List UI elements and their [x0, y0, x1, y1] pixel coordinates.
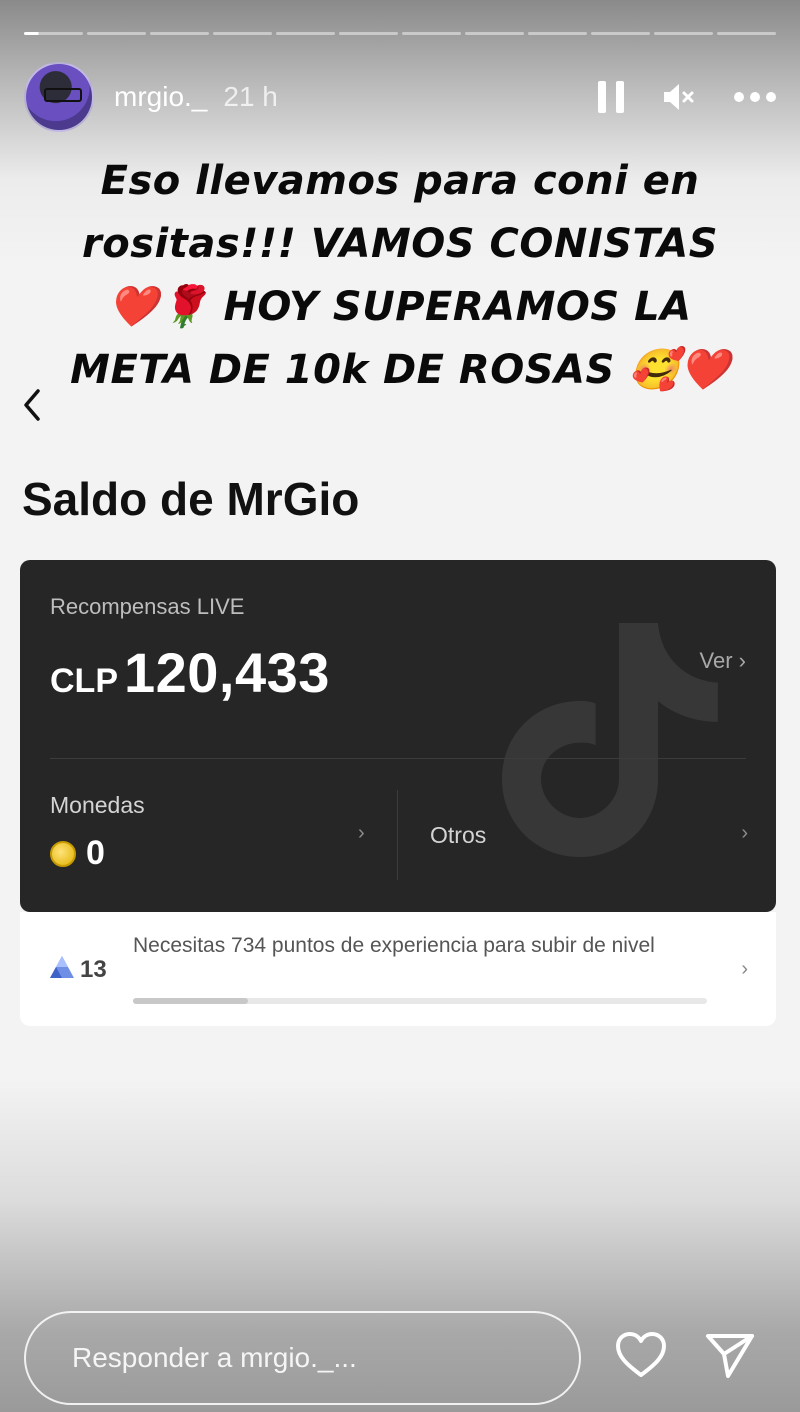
rewards-card: Recompensas LIVE CLP 120,433 Ver › Moned… [20, 560, 776, 912]
mute-icon[interactable] [662, 81, 696, 113]
currency-code: CLP [50, 662, 118, 700]
progress-segment [465, 32, 524, 35]
caption-line: META DE 10k DE ROSAS 🥰❤️ [70, 347, 730, 393]
header-actions [598, 81, 776, 113]
pause-icon[interactable] [598, 81, 624, 113]
chevron-right-icon[interactable]: › [358, 822, 365, 845]
progress-segment [213, 32, 272, 35]
progress-segment [717, 32, 776, 35]
level-card[interactable]: 13 Necesitas 734 puntos de experiencia p… [20, 912, 776, 1026]
story-header: mrgio._ 21 h [24, 62, 776, 132]
coins-balance[interactable]: 0 [50, 834, 105, 873]
story-caption: Eso llevamos para coni en rositas!!! VAM… [40, 150, 760, 402]
level-description: Necesitas 734 puntos de experiencia para… [133, 934, 655, 957]
progress-segment [276, 32, 335, 35]
progress-segment [24, 32, 83, 35]
level-icon [50, 956, 74, 978]
send-icon[interactable] [704, 1330, 756, 1380]
coins-value: 0 [86, 834, 105, 872]
others-label[interactable]: Otros [430, 822, 486, 849]
divider [50, 758, 746, 759]
progress-segment [654, 32, 713, 35]
tiktok-logo-icon [502, 623, 718, 857]
coins-label[interactable]: Monedas [50, 792, 145, 819]
post-time: 21 h [223, 81, 278, 112]
view-rewards-link[interactable]: Ver › [700, 648, 746, 674]
amount-value: 120,433 [124, 641, 330, 704]
avatar[interactable] [24, 62, 94, 132]
caption-line: Eso llevamos para coni en [100, 158, 700, 204]
reply-input[interactable]: Responder a mrgio._... [24, 1311, 581, 1405]
page-title: Saldo de MrGio [22, 473, 360, 525]
level-number: 13 [80, 956, 107, 983]
progress-segment [528, 32, 587, 35]
chevron-left-icon[interactable] [18, 385, 48, 425]
progress-segment [402, 32, 461, 35]
chevron-right-icon[interactable]: › [741, 822, 748, 845]
more-icon[interactable] [734, 92, 776, 102]
caption-line: ❤️🌹 HOY SUPERAMOS LA [108, 284, 692, 330]
rewards-amount: CLP 120,433 [50, 640, 330, 705]
reply-placeholder: Responder a mrgio._... [72, 1342, 357, 1373]
caption-line: rositas!!! VAMOS CONISTAS [81, 221, 718, 267]
story-progress [24, 32, 776, 35]
divider [397, 790, 398, 880]
chevron-right-icon[interactable]: › [741, 958, 748, 981]
username[interactable]: mrgio._ [114, 81, 207, 113]
progress-segment [591, 32, 650, 35]
progress-segment [150, 32, 209, 35]
rewards-label: Recompensas LIVE [50, 594, 245, 619]
coin-icon [50, 840, 76, 867]
progress-segment [339, 32, 398, 35]
progress-segment [87, 32, 146, 35]
heart-icon[interactable] [614, 1330, 668, 1380]
level-progress-fill [133, 998, 248, 1004]
level-progress-bar [133, 998, 707, 1004]
